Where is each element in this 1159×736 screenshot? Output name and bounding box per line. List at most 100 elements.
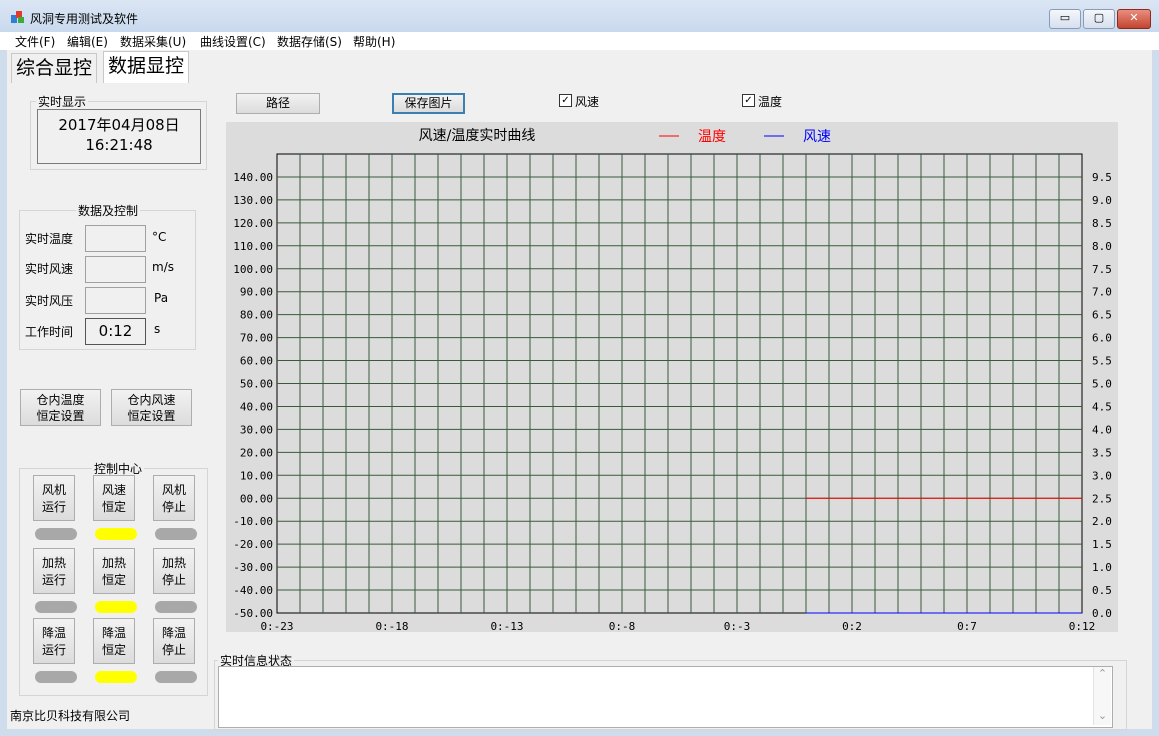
chart-panel: 140.00 130.00 120.00 110.00 100.00 90.00 80.00… [226,122,1118,633]
wind-constant-line2: 恒定 [101,500,126,514]
temp-settings-line2: 恒定设置 [36,409,85,423]
y-left-tick-label: -50.00 [233,607,273,620]
menu-help[interactable]: 帮助(H) [353,33,395,50]
fan-run-indicator [35,528,77,540]
y-right-tick-label: 0.0 [1092,607,1112,620]
temperature-checkbox[interactable]: ✓ [742,94,755,107]
x-tick-label: 0:-18 [375,620,408,632]
fan-run-button[interactable]: 风机 运行 [33,475,75,521]
temp-constant-settings-button[interactable]: 仓内温度 恒定设置 [20,389,101,426]
fan-stop-line1: 风机 [161,483,186,497]
cool-constant-indicator [95,671,137,683]
y-right-tick-label: 2.5 [1092,492,1112,505]
y-right-tick-label: 4.5 [1092,400,1112,413]
temp-field [85,225,146,252]
work-time-unit: s [154,322,161,336]
y-left-tick-label: 140.00 [233,171,273,184]
close-button[interactable]: ✕ [1117,9,1151,29]
save-image-button[interactable]: 保存图片 [392,93,465,114]
minimize-button[interactable]: ▭ [1049,9,1081,29]
y-right-tick-label: 7.5 [1092,263,1112,276]
y-right-tick-label: 4.0 [1092,423,1112,436]
heat-stop-button[interactable]: 加热 停止 [153,548,195,594]
wind-pressure-field [85,287,146,314]
wind-constant-line1: 风速 [101,483,126,497]
path-button[interactable]: 路径 [236,93,320,114]
y-right-tick-label: 1.5 [1092,538,1112,551]
y-right-tick-label: 0.5 [1092,584,1112,597]
time-text: 16:21:48 [85,136,153,154]
wind-settings-line2: 恒定设置 [127,409,176,423]
y-right-tick-label: 9.0 [1092,194,1112,207]
cool-constant-line1: 降温 [101,626,126,640]
work-time-label: 工作时间 [25,325,74,339]
y-right-tick-label: 3.0 [1092,469,1112,482]
heat-run-indicator [35,601,77,613]
heat-run-button[interactable]: 加热 运行 [33,548,75,594]
wind-speed-checkbox[interactable]: ✓ [559,94,572,107]
y-left-tick-label: -30.00 [233,561,273,574]
chart-title: 风速/温度实时曲线 [419,128,536,144]
cool-run-line2: 运行 [41,643,66,657]
y-right-tick-label: 9.5 [1092,171,1112,184]
tab-combined-control[interactable]: 综合显控 [11,53,98,83]
temperature-checkbox-label: 温度 [758,95,783,109]
menu-file[interactable]: 文件(F) [15,33,55,50]
temp-settings-line1: 仓内温度 [36,393,85,407]
heat-constant-line2: 恒定 [101,573,126,587]
cool-stop-line1: 降温 [161,626,186,640]
wind-speed-unit: m/s [152,260,174,274]
tab-data-control[interactable]: 数据显控 [103,51,190,83]
cool-constant-button[interactable]: 降温 恒定 [93,618,135,664]
heat-constant-line1: 加热 [101,556,126,570]
cool-run-button[interactable]: 降温 运行 [33,618,75,664]
wind-constant-settings-button[interactable]: 仓内风速 恒定设置 [111,389,192,426]
scroll-up-icon[interactable]: ⌃ [1094,667,1111,680]
cool-stop-indicator [155,671,197,683]
date-text: 2017年04月08日 [58,116,180,134]
menu-data-acquisition[interactable]: 数据采集(U) [120,33,186,50]
x-tick-label: 0:-13 [490,620,523,632]
cool-stop-line2: 停止 [161,643,186,657]
cool-stop-button[interactable]: 降温 停止 [153,618,195,664]
heat-run-line2: 运行 [41,573,66,587]
cool-constant-line2: 恒定 [101,643,126,657]
y-left-tick-label: 80.00 [240,309,273,322]
menu-edit[interactable]: 编辑(E) [67,33,108,50]
status-text-area[interactable] [218,666,1113,728]
scroll-down-icon[interactable]: ⌄ [1094,709,1111,722]
maximize-button[interactable]: ▢ [1083,9,1115,29]
x-tick-label: 0:12 [1069,620,1096,632]
fan-run-line2: 运行 [41,500,66,514]
y-left-tick-label: 00.00 [240,492,273,505]
cool-run-line1: 降温 [41,626,66,640]
wind-constant-indicator [95,528,137,540]
y-left-tick-label: 90.00 [240,286,273,299]
y-left-tick-label: -20.00 [233,538,273,551]
fan-stop-indicator [155,528,197,540]
fan-run-line1: 风机 [41,483,66,497]
y-right-tick-label: 6.0 [1092,332,1112,345]
wind-speed-label: 实时风速 [25,262,74,276]
heat-constant-button[interactable]: 加热 恒定 [93,548,135,594]
realtime-chart: 140.00 130.00 120.00 110.00 100.00 90.00 80.00… [233,128,1112,633]
menu-data-storage[interactable]: 数据存储(S) [277,33,342,50]
y-left-tick-label: 70.00 [240,332,273,345]
title-bar [0,0,1159,33]
cool-run-indicator [35,671,77,683]
x-tick-label: 0:-3 [724,620,751,632]
fan-stop-button[interactable]: 风机 停止 [153,475,195,521]
menu-curve-settings[interactable]: 曲线设置(C) [200,33,266,50]
window-title: 风洞专用测试及软件 [30,12,139,26]
company-name: 南京比贝科技有限公司 [10,709,131,723]
y-right-tick-label: 8.0 [1092,240,1112,253]
wind-pressure-label: 实时风压 [25,294,74,308]
y-left-tick-label: 10.00 [240,469,273,482]
status-scrollbar[interactable]: ⌃ ⌄ [1093,667,1111,725]
y-left-tick-label: 120.00 [233,217,273,230]
y-right-tick-label: 1.0 [1092,561,1112,574]
y-left-tick-label: -40.00 [233,584,273,597]
y-right-tick-label: 8.5 [1092,217,1112,230]
wind-constant-button[interactable]: 风速 恒定 [93,475,135,521]
window-frame-bottom [0,729,1159,736]
